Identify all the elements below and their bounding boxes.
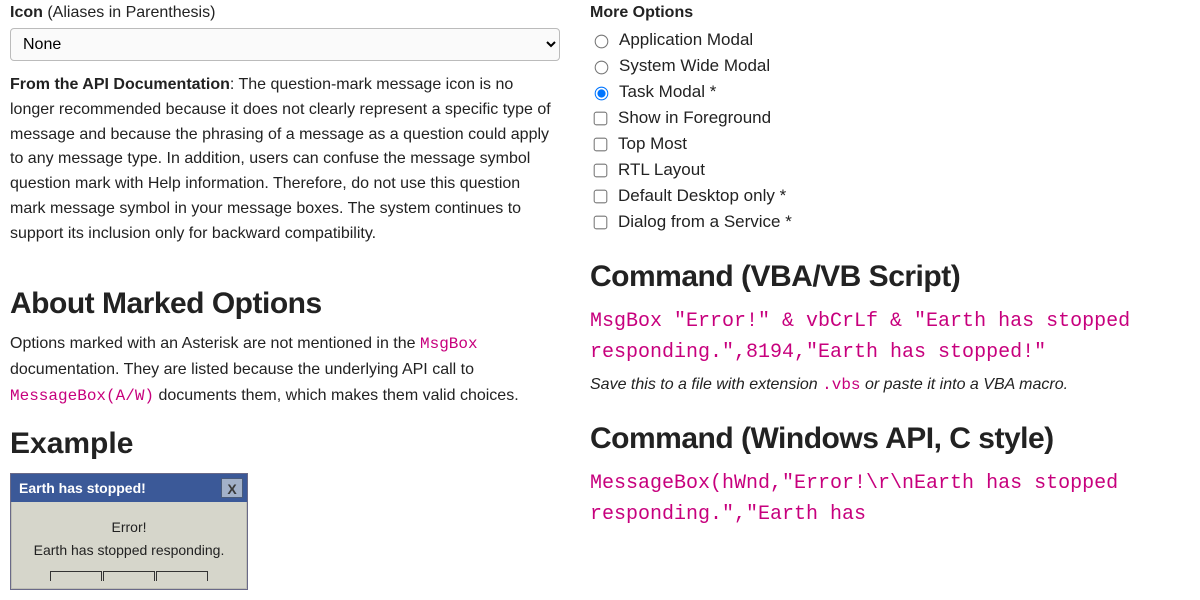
msgbox-titlebar: Earth has stopped! X	[11, 474, 247, 502]
about-heading: About Marked Options	[10, 287, 560, 321]
cmd-vba-code: MsgBox "Error!" & vbCrLf & "Earth has st…	[590, 306, 1190, 368]
opt-system-wide-modal[interactable]: System Wide Modal	[590, 56, 1190, 76]
opt-rtl-layout[interactable]: RTL Layout	[590, 160, 1190, 180]
more-options-heading: More Options	[590, 4, 1190, 22]
example-heading: Example	[10, 427, 560, 461]
msgbox-button[interactable]	[50, 571, 102, 581]
vbs-hint: Save this to a file with extension .vbs …	[590, 376, 1190, 394]
code-messagebox: MessageBox(A/W)	[10, 387, 154, 405]
msgbox-button[interactable]	[156, 571, 208, 581]
api-doc-lead: From the API Documentation	[10, 76, 230, 93]
checkbox-dialog-service[interactable]	[594, 215, 608, 229]
cmd-c-heading: Command (Windows API, C style)	[590, 422, 1190, 456]
opt-top-most[interactable]: Top Most	[590, 134, 1190, 154]
msgbox-body: Error! Earth has stopped responding.	[11, 502, 247, 571]
cmd-vba-heading: Command (VBA/VB Script)	[590, 260, 1190, 294]
msgbox-line2: Earth has stopped responding.	[21, 539, 237, 561]
radio-application-modal[interactable]	[595, 35, 609, 49]
msgbox-preview: Earth has stopped! X Error! Earth has st…	[10, 473, 248, 590]
opt-dialog-service[interactable]: Dialog from a Service *	[590, 212, 1190, 232]
icon-label: Icon (Aliases in Parenthesis)	[10, 4, 560, 22]
opt-application-modal[interactable]: Application Modal	[590, 30, 1190, 50]
checkbox-top-most[interactable]	[594, 137, 608, 151]
opt-show-foreground[interactable]: Show in Foreground	[590, 108, 1190, 128]
icon-select[interactable]: None	[10, 28, 560, 61]
msgbox-line1: Error!	[21, 516, 237, 538]
about-paragraph: Options marked with an Asterisk are not …	[10, 331, 560, 410]
checkbox-rtl-layout[interactable]	[594, 163, 608, 177]
msgbox-button[interactable]	[103, 571, 155, 581]
msgbox-button-row	[11, 571, 247, 589]
api-doc-body: : The question-mark message icon is no l…	[10, 76, 551, 242]
close-icon[interactable]: X	[221, 478, 243, 498]
checkbox-default-desktop[interactable]	[594, 189, 608, 203]
icon-label-hint: (Aliases in Parenthesis)	[43, 4, 216, 21]
radio-system-wide-modal[interactable]	[595, 61, 609, 75]
opt-task-modal[interactable]: Task Modal *	[590, 82, 1190, 102]
code-msgbox: MsgBox	[420, 335, 478, 353]
checkbox-show-foreground[interactable]	[594, 111, 608, 125]
radio-task-modal[interactable]	[595, 87, 609, 101]
cmd-c-code: MessageBox(hWnd,"Error!\r\nEarth has sto…	[590, 468, 1190, 530]
code-vbs-ext: .vbs	[822, 376, 860, 394]
api-doc-note: From the API Documentation: The question…	[10, 73, 560, 247]
icon-label-bold: Icon	[10, 4, 43, 21]
msgbox-title: Earth has stopped!	[19, 480, 146, 496]
opt-default-desktop[interactable]: Default Desktop only *	[590, 186, 1190, 206]
